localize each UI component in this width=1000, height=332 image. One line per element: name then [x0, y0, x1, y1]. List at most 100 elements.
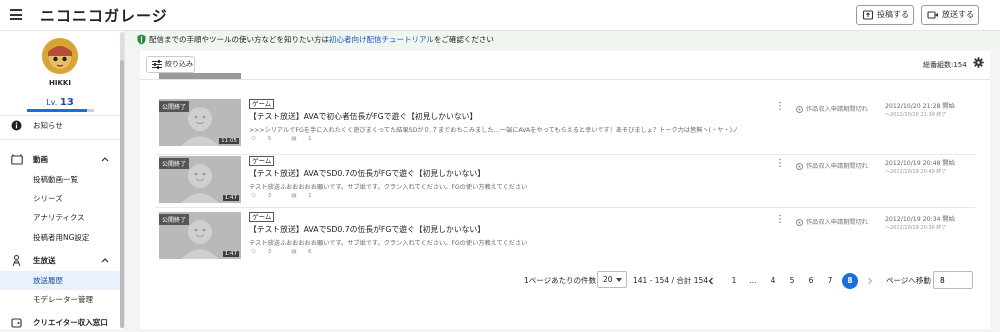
chevron-right-icon[interactable] [866, 277, 874, 285]
jump-to-page-input[interactable] [933, 271, 973, 289]
sidebar-item-label: お知らせ [33, 121, 63, 130]
broadcast-row[interactable]: 公開終了 11:05 ゲーム 【テスト放送】AVAで初心者伍長がFGで遊ぐ【初見… [140, 95, 990, 153]
page-1[interactable]: 1 [726, 273, 742, 289]
chevron-up-icon [101, 258, 109, 263]
sidebar-divider [0, 139, 120, 140]
level-progress-fill [27, 109, 88, 112]
live-button[interactable]: 放送する [921, 5, 979, 25]
start-time: 2012/10/20 21:28 開始 [885, 103, 955, 110]
sidebar-item-label: シリーズ [33, 194, 63, 203]
genre-tag: ゲーム [249, 99, 275, 109]
comment-icon: ▤ [291, 193, 297, 199]
end-time: 〜2012/10/19 20:36 終了 [885, 225, 947, 231]
level-progress-bar [27, 109, 94, 112]
visitors-count: ⚇ 5 [251, 136, 272, 142]
sidebar-item-label: アナリティクス [33, 213, 85, 222]
sidebar-item-label: 生放送 [33, 256, 56, 265]
per-page-label: 1ページあたりの件数 [524, 276, 597, 285]
status-badge: 公開終了 [159, 158, 190, 169]
scrollbar-thumb[interactable] [120, 60, 124, 328]
broadcast-description: テスト放送ふおおおおお願いです。サブ垢です。クラン入れてください。FGの使い方教… [249, 184, 528, 191]
menu-icon[interactable] [10, 9, 22, 20]
post-button-label: 投稿する [877, 10, 909, 19]
sidebar-item-video-list[interactable]: 投稿動画一覧 [0, 170, 120, 189]
sidebar-item-ng-settings[interactable]: 投稿者用NG設定 [0, 228, 120, 247]
broadcast-date: 2012/10/20 21:28 開始 〜2012/10/20 21:39 終了 [885, 103, 955, 119]
broadcast-row[interactable]: 公開終了 1:47 ゲーム 【テスト放送】AVAでSD0.7の伍長がFGで遊ぐ【… [140, 208, 990, 266]
monetization-status: 作品収入申請期間切れ [796, 104, 868, 113]
broadcast-thumbnail[interactable]: 公開終了 1:47 [159, 156, 241, 203]
gear-icon[interactable] [973, 57, 984, 68]
sidebar-item-creator-income[interactable]: クリエイター収入窓口 [0, 313, 120, 332]
sidebar-scrollbar[interactable] [120, 32, 124, 328]
app-header: ニコニコガレージ 投稿する 放送する [0, 0, 1000, 31]
user-level: Lv. 13 [0, 97, 120, 108]
broadcast-thumbnail[interactable]: 公開終了 1:47 [159, 212, 241, 259]
sidebar-item-series[interactable]: シリーズ [0, 189, 120, 208]
broadcast-thumbnail[interactable]: 公開終了 11:05 [159, 99, 241, 146]
filter-button[interactable]: 絞り込み [146, 56, 195, 73]
person-icon: ⚇ [251, 249, 256, 255]
chevron-up-icon [101, 157, 109, 162]
page-ellipsis: ... [749, 276, 757, 285]
end-time: 〜2012/10/20 21:39 終了 [885, 112, 947, 118]
live-button-label: 放送する [942, 10, 974, 19]
filter-button-label: 絞り込み [165, 60, 193, 68]
broadcast-title[interactable]: 【テスト放送】AVAで初心者伍長がFGで遊ぐ【初見しかいない】 [249, 111, 477, 122]
person-icon: ⚇ [251, 193, 256, 199]
notice-text-after: をご確認ください [433, 35, 494, 44]
post-button[interactable]: 投稿する [856, 5, 914, 25]
page-8-current[interactable]: 8 [842, 273, 858, 289]
broadcast-date: 2012/10/19 20:48 開始 〜2012/10/19 20:49 終了 [885, 160, 955, 176]
video-camera-icon [927, 11, 938, 19]
page-5[interactable]: 5 [784, 273, 800, 289]
broadcast-stats: ⚇ 3 ▤ 1 [251, 193, 332, 199]
coin-icon [796, 105, 803, 113]
app-logo[interactable]: ニコニコガレージ [40, 5, 168, 26]
chevron-left-icon[interactable] [707, 277, 715, 285]
sidebar-section-video[interactable]: 動画 [0, 150, 120, 169]
page-7[interactable]: 7 [822, 273, 838, 289]
per-page-select[interactable]: 20 [597, 271, 627, 288]
sidebar-item-analytics[interactable]: アナリティクス [0, 208, 120, 227]
broadcast-row[interactable]: 公開終了 1:47 ゲーム 【テスト放送】AVAでSD0.7の伍長がFGで遊ぐ【… [140, 152, 990, 210]
broadcast-title[interactable]: 【テスト放送】AVAでSD0.7の伍長がFGで遊ぐ【初見しかいない】 [249, 168, 485, 179]
broadcast-history-panel: 絞り込み 総番組数:154 公開終了 11:05 ゲーム 【テスト放送】AVAで… [140, 51, 990, 329]
duration-label: 1:47 [222, 195, 239, 201]
pagination: 1ページあたりの件数 20 141 - 154 / 合計 154 1 ... 4… [140, 269, 990, 291]
person-broadcast-icon [12, 255, 21, 267]
sidebar-item-notices[interactable]: お知らせ [0, 116, 120, 135]
level-value: 13 [59, 97, 74, 108]
visitors-count: ⚇ 3 [251, 193, 272, 199]
comment-icon: ▤ [291, 249, 297, 255]
level-prefix: Lv. [46, 98, 58, 107]
broadcast-title[interactable]: 【テスト放送】AVAでSD0.7の伍長がFGで遊ぐ【初見しかいない】 [249, 224, 485, 235]
start-time: 2012/10/19 20:48 開始 [885, 160, 955, 167]
sidebar-item-moderators[interactable]: モデレーター管理 [0, 290, 120, 309]
sidebar-item-label: 投稿動画一覧 [33, 175, 78, 184]
status-badge: 公開終了 [159, 214, 190, 225]
coin-icon [796, 162, 803, 170]
comments-count: ▤ 1 [291, 193, 312, 199]
more-options-icon[interactable]: ⋮ [775, 102, 785, 112]
tutorial-link[interactable]: 初心者向け配信チュートリアル [329, 35, 434, 44]
coin-icon [796, 218, 803, 226]
sidebar-section-live[interactable]: 生放送 [0, 251, 120, 270]
more-options-icon[interactable]: ⋮ [775, 159, 785, 169]
page-6[interactable]: 6 [803, 273, 819, 289]
more-options-icon[interactable]: ⋮ [775, 215, 785, 225]
jump-to-page-label: ページへ移動 [886, 276, 931, 285]
avatar[interactable] [42, 38, 78, 74]
upload-icon [862, 10, 874, 20]
tutorial-notice: 配信までの手順やツールの使い方などを知りたい方は初心者向け配信チュートリアルをご… [125, 31, 1000, 48]
sidebar-item-broadcast-history[interactable]: 放送履歴 [0, 271, 120, 290]
caret-down-icon [616, 278, 622, 282]
page-4[interactable]: 4 [765, 273, 781, 289]
wallet-icon [11, 318, 22, 328]
comments-count: ▤ 1 [291, 136, 312, 142]
broadcast-date: 2012/10/19 20:34 開始 〜2012/10/19 20:36 終了 [885, 216, 955, 232]
genre-tag: ゲーム [249, 212, 275, 222]
shield-icon [137, 34, 146, 45]
monetization-status: 作品収入申請期間切れ [796, 161, 868, 170]
end-time: 〜2012/10/19 20:49 終了 [885, 169, 947, 175]
